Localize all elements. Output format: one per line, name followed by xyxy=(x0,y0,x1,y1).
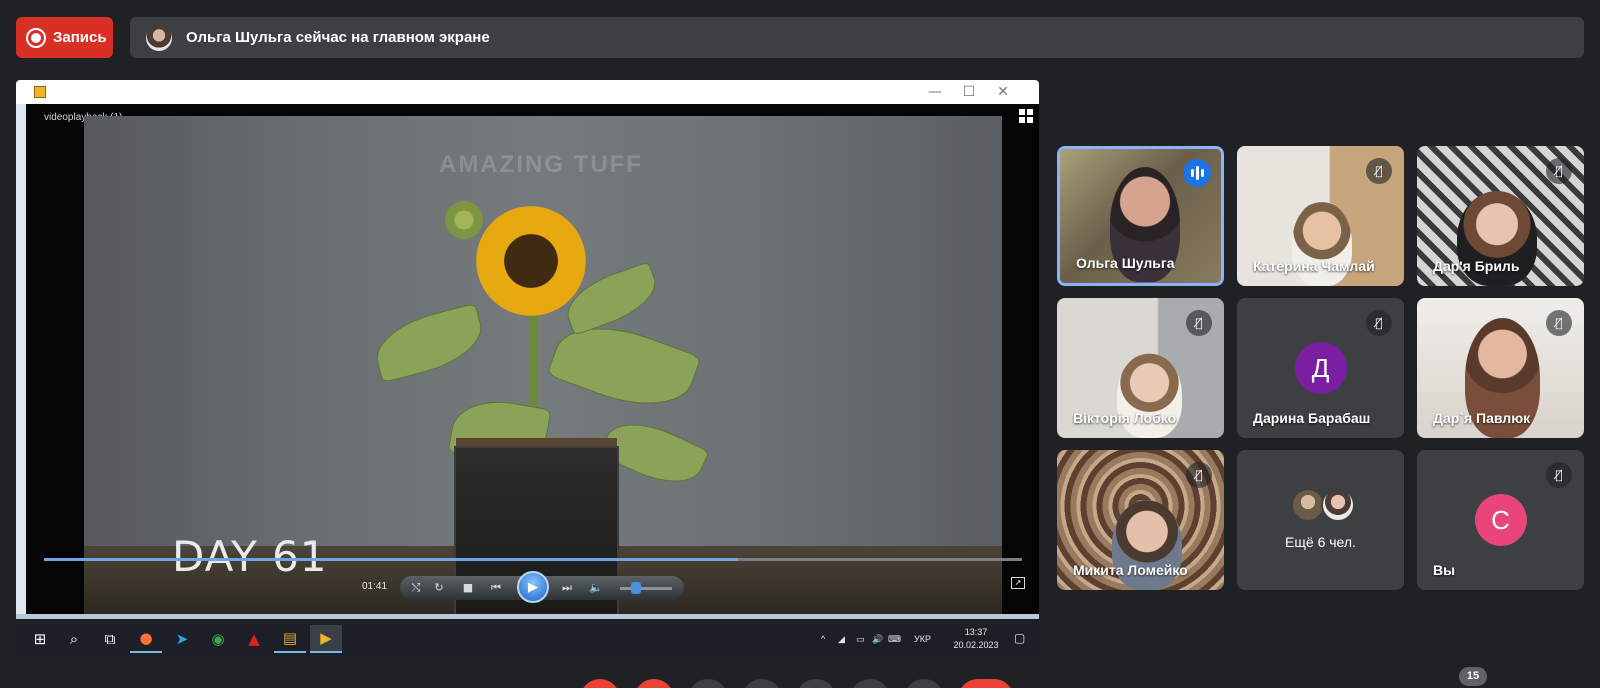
mic-off-icon: 🎙̸ xyxy=(1366,158,1392,184)
participant-name: Вікторія Лобко xyxy=(1073,410,1177,426)
media-player-taskbar-icon[interactable]: ▶ xyxy=(310,625,342,653)
volume-slider[interactable] xyxy=(620,587,672,590)
participant-name: Дар'я Бриль xyxy=(1433,258,1520,274)
video-watermark: AMAZING TUFF xyxy=(439,151,643,178)
next-icon[interactable]: ⏭ xyxy=(559,580,575,596)
avatar xyxy=(1291,488,1325,522)
seek-bar[interactable] xyxy=(44,558,1022,561)
participant-tile[interactable]: Ольга Шульга xyxy=(1057,146,1224,286)
leave-call-button[interactable] xyxy=(958,679,1014,688)
participant-name: Катерина Чамлай xyxy=(1253,258,1375,274)
powerpoint-icon[interactable]: ▤ xyxy=(274,625,306,653)
play-icon: ▶ xyxy=(528,579,538,595)
windows-taskbar: ⊞ ⌕ ⧉ ● ➤ ◉ ▲ ▤ ▶ ^ ◢ ▭ 🔊 ⌨ УКР 13:37 20… xyxy=(16,614,1039,655)
keyboard-icon[interactable]: ⌨ xyxy=(888,634,901,645)
mic-off-icon: 🎙̸ xyxy=(1546,158,1572,184)
participant-tile[interactable]: 🎙̸ Вікторія Лобко xyxy=(1057,298,1224,438)
taskbar-clock[interactable]: 13:37 20.02.2023 xyxy=(951,626,1001,652)
participant-tile[interactable]: 🎙̸ Микита Ломейко xyxy=(1057,450,1224,590)
self-tile[interactable]: С 🎙̸ Вы xyxy=(1417,450,1584,590)
previous-icon[interactable]: ⏮ xyxy=(488,580,504,596)
day-label: DAY 61 xyxy=(172,532,328,581)
participant-name: Дар`я Павлюк xyxy=(1433,410,1531,426)
avatar xyxy=(1321,488,1355,522)
firefox-icon[interactable]: ● xyxy=(130,625,162,653)
video-area: videoplayback (1) AMAZING TUFF DAY 61 01… xyxy=(26,104,1039,634)
participant-count-badge[interactable]: 15 xyxy=(1459,667,1487,686)
participant-name: Вы xyxy=(1433,562,1456,578)
start-icon[interactable]: ⊞ xyxy=(24,625,56,653)
mic-off-icon: 🎙̸ xyxy=(1186,310,1212,336)
network-icon[interactable]: ◢ xyxy=(838,634,845,645)
participant-name: Дарина Барабаш xyxy=(1253,410,1371,426)
raise-hand-button[interactable] xyxy=(742,679,782,688)
search-icon[interactable]: ⌕ xyxy=(58,625,90,653)
clock-date: 20.02.2023 xyxy=(953,640,999,650)
participant-tile[interactable]: 🎙̸ Дар'я Бриль xyxy=(1417,146,1584,286)
present-button[interactable] xyxy=(796,679,836,688)
play-button[interactable]: ▶ xyxy=(517,571,549,603)
reactions-button[interactable] xyxy=(850,679,890,688)
plant-leaf xyxy=(368,302,490,384)
record-button[interactable]: Запись xyxy=(16,17,113,58)
speaking-indicator-icon xyxy=(1183,159,1211,187)
tray-chevron-icon[interactable]: ^ xyxy=(821,634,825,644)
library-grid-icon[interactable] xyxy=(1019,109,1033,123)
self-avatar: С xyxy=(1474,494,1527,546)
clock-time: 13:37 xyxy=(964,627,988,637)
shuffle-icon[interactable]: ⤭ xyxy=(408,580,424,596)
participant-tile[interactable]: 🎙̸ Катерина Чамлай xyxy=(1237,146,1404,286)
volume-icon[interactable]: 🔈 xyxy=(588,580,604,596)
participant-avatar: Д xyxy=(1294,342,1347,394)
presenting-text: Ольга Шульга сейчас на главном экране xyxy=(186,29,490,46)
mic-off-icon: 🎙̸ xyxy=(1546,462,1572,488)
stop-icon[interactable]: ■ xyxy=(460,580,476,596)
keyboard-language[interactable]: УКР xyxy=(914,634,931,644)
notifications-icon[interactable]: ▢ xyxy=(1014,631,1025,645)
seek-bar-fill xyxy=(44,558,739,561)
presenter-avatar xyxy=(146,24,172,51)
record-label: Запись xyxy=(53,29,107,46)
camera-toggle-button[interactable] xyxy=(634,679,674,688)
captions-button[interactable] xyxy=(688,679,728,688)
telegram-icon[interactable]: ➤ xyxy=(166,625,198,653)
presenting-banner: Ольга Шульга сейчас на главном экране xyxy=(130,17,1584,58)
sunflower xyxy=(476,206,586,316)
participant-name: Ольга Шульга xyxy=(1076,255,1175,271)
shared-screen: — ☐ ✕ videoplayback (1) AMAZING TUFF DAY… xyxy=(16,80,1039,655)
elapsed-time: 01:41 xyxy=(362,581,388,592)
repeat-icon[interactable]: ↻ xyxy=(431,580,447,596)
mic-off-icon: 🎙̸ xyxy=(1366,310,1392,336)
participant-tile[interactable]: 🎙̸ Дар`я Павлюк xyxy=(1417,298,1584,438)
media-player-icon xyxy=(34,86,46,98)
player-window-titlebar: — ☐ ✕ xyxy=(16,80,1039,104)
battery-icon[interactable]: ▭ xyxy=(856,634,865,645)
more-options-button[interactable] xyxy=(904,679,944,688)
minimize-button[interactable]: — xyxy=(920,82,950,102)
chrome-icon[interactable]: ◉ xyxy=(202,625,234,653)
switch-to-library-icon[interactable]: ↗ xyxy=(1011,577,1025,589)
background-window-edge xyxy=(16,104,26,634)
task-view-icon[interactable]: ⧉ xyxy=(94,625,126,653)
plant-leaf xyxy=(546,309,702,423)
volume-knob[interactable] xyxy=(630,582,641,594)
mic-off-icon: 🎙̸ xyxy=(1546,310,1572,336)
record-icon xyxy=(26,27,46,48)
more-participants-label: Ещё 6 чел. xyxy=(1285,534,1356,550)
speaker-icon[interactable]: 🔊 xyxy=(872,634,883,645)
mic-off-icon: 🎙̸ xyxy=(1186,462,1212,488)
participant-name: Микита Ломейко xyxy=(1073,562,1188,578)
sunflower-bud xyxy=(442,198,486,242)
maximize-button[interactable]: ☐ xyxy=(954,82,984,102)
participant-tile[interactable]: Д 🎙̸ Дарина Барабаш xyxy=(1237,298,1404,438)
more-participants-avatars xyxy=(1291,488,1355,522)
acrobat-icon[interactable]: ▲ xyxy=(238,625,270,653)
video-frame: AMAZING TUFF DAY 61 xyxy=(84,116,1002,616)
more-participants-tile[interactable]: Ещё 6 чел. xyxy=(1237,450,1404,590)
mic-toggle-button[interactable] xyxy=(580,679,620,688)
close-window-button[interactable]: ✕ xyxy=(988,82,1018,102)
